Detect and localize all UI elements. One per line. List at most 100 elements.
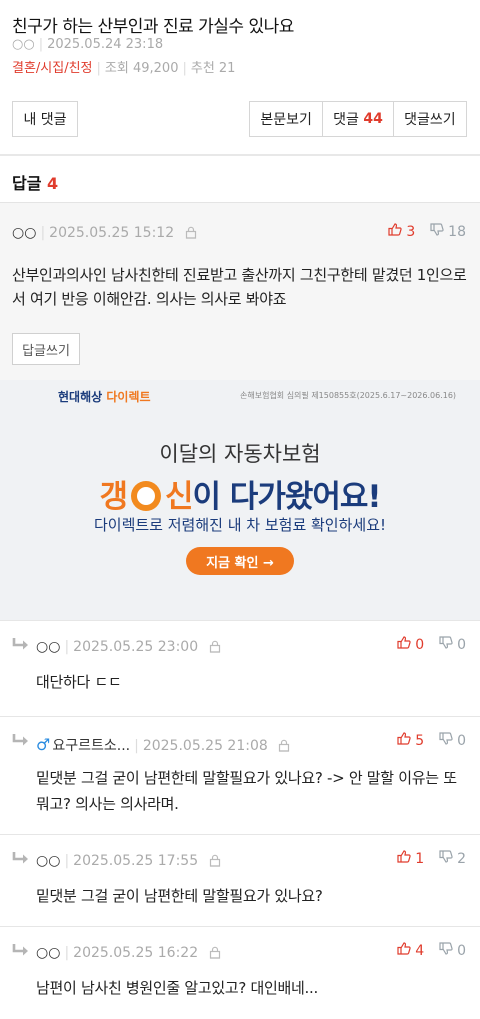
reply-item: ○○ | 2025.05.25 17:55 1 2 밑댓분 그걸 굳이 남편한테 말… (0, 834, 480, 926)
downvote-button[interactable]: 0 (439, 942, 466, 959)
thumbs-up-icon (397, 732, 411, 745)
thumbs-down-icon (439, 850, 453, 863)
downvote-button[interactable]: 0 (439, 732, 466, 749)
ad-cta-button[interactable]: 지금 확인 → (186, 547, 294, 575)
ad-brand-name: 현대해상 (58, 390, 103, 404)
lock-icon[interactable] (209, 946, 221, 959)
separator: | (182, 61, 187, 76)
reply-votes: 0 0 (397, 636, 466, 653)
lock-icon[interactable] (209, 640, 221, 653)
reply-date: 2025.05.25 16:22 (73, 945, 199, 961)
downvote-count: 18 (448, 224, 466, 240)
separator: | (38, 37, 44, 52)
thumbs-up-icon (388, 223, 402, 236)
lock-icon[interactable] (185, 226, 197, 239)
reply-votes: 5 0 (397, 732, 466, 749)
downvote-button[interactable]: 0 (439, 636, 466, 653)
write-reply-button[interactable]: 답글쓰기 (12, 333, 80, 365)
reply-author[interactable]: 요구르트소... (52, 738, 130, 754)
comment-author[interactable]: ○○ (12, 225, 36, 241)
post-meta-author-date: ○○ | 2025.05.24 23:18 (12, 37, 163, 52)
reply-body: 밑댓분 그걸 굳이 남편한테 말할필요가 있나요? -> 안 말할 이유는 또 … (36, 769, 457, 813)
ad-headline-1: 이달의 자동차보험 (159, 442, 321, 466)
male-icon: ♂ (36, 735, 51, 754)
post-recommend: 추천 21 (190, 61, 236, 76)
my-comments-button[interactable]: 내 댓글 (12, 101, 78, 137)
downvote-button[interactable]: 18 (430, 223, 466, 240)
thumbs-up-icon (397, 850, 411, 863)
reply-item: ○○ | 2025.05.25 23:00 0 0 대단하다 ㄷㄷ (0, 620, 480, 716)
upvote-button[interactable]: 3 (388, 223, 415, 240)
post-views: 조회 49,200 (104, 61, 179, 76)
reply-meta: ♂ 요구르트소... | 2025.05.25 21:08 (36, 735, 290, 755)
ad-subline: 다이렉트로 저렴해진 내 차 보험료 확인하세요! (93, 516, 387, 534)
post-author[interactable]: ○○ (12, 37, 35, 52)
separator: | (40, 225, 46, 241)
alarm-clock-icon (130, 481, 161, 511)
upvote-button[interactable]: 4 (397, 942, 424, 959)
reply-meta: ○○ | 2025.05.25 23:00 (36, 639, 221, 655)
write-comment-button[interactable]: 댓글쓰기 (394, 102, 466, 136)
replies-heading-label: 답글 (12, 174, 42, 193)
parent-comment: ○○ | 2025.05.25 15:12 3 18 산부인과의사인 남사친한테 진… (0, 202, 480, 380)
reply-author[interactable]: ○○ (36, 639, 60, 655)
reply-author[interactable]: ○○ (36, 945, 60, 961)
lock-icon[interactable] (209, 854, 221, 867)
lock-icon[interactable] (278, 739, 290, 752)
reply-arrow-icon (12, 944, 28, 956)
reply-date: 2025.05.25 17:55 (73, 853, 199, 869)
thumbs-up-icon (397, 942, 411, 955)
downvote-count: 0 (457, 733, 466, 749)
thumbs-down-icon (439, 942, 453, 955)
reply-votes: 1 2 (397, 850, 466, 867)
comments-button[interactable]: 댓글 44 (323, 102, 394, 136)
separator: | (134, 738, 139, 754)
thumbs-up-icon (397, 636, 411, 649)
reply-body: 대단하다 ㄷㄷ (36, 673, 122, 691)
comments-label: 댓글 (333, 112, 359, 128)
ad-headline-part-b: 신 (164, 479, 194, 515)
reply-body: 밑댓분 그걸 굳이 남편한테 말할필요가 있나요? (36, 887, 323, 905)
reply-arrow-icon (12, 734, 28, 746)
reply-body: 남편이 남사친 병원인줄 알고있고? 대인배네... (36, 979, 318, 997)
comment-toolbar: 본문보기 댓글 44 댓글쓰기 (249, 101, 467, 137)
view-post-button[interactable]: 본문보기 (250, 102, 324, 136)
comments-count: 44 (363, 111, 383, 127)
ad-banner[interactable]: 현대해상 다이렉트 손해보험협회 심의필 제150855호(2025.6.17~… (0, 380, 480, 620)
reply-item: ○○ | 2025.05.25 16:22 4 0 남편이 남사친 병원인줄 알고있… (0, 926, 480, 1019)
separator: | (96, 61, 101, 76)
ad-headline-part-c: 이 다가왔어요! (192, 479, 382, 515)
upvote-count: 1 (415, 851, 425, 867)
thumbs-down-icon (430, 223, 444, 236)
reply-votes: 4 0 (397, 942, 466, 959)
reply-date: 2025.05.25 23:00 (73, 639, 199, 655)
post-category[interactable]: 결혼/시집/친정 (12, 61, 93, 76)
post-title: 친구가 하는 산부인과 진료 가실수 있나요 (12, 17, 294, 37)
ad-license-text: 손해보험협회 심의필 제150855호(2025.6.17~2026.06.16… (240, 391, 457, 400)
reply-arrow-icon (12, 852, 28, 864)
upvote-button[interactable]: 5 (397, 732, 425, 749)
section-divider (0, 154, 480, 156)
upvote-button[interactable]: 1 (397, 850, 425, 867)
upvote-button[interactable]: 0 (397, 636, 424, 653)
reply-item: ♂ 요구르트소... | 2025.05.25 21:08 5 0 밑댓분 그걸 굳이… (0, 716, 480, 834)
reply-meta: ○○ | 2025.05.25 17:55 (36, 853, 221, 869)
separator: | (64, 853, 70, 869)
comment-date: 2025.05.25 15:12 (49, 225, 175, 241)
reply-arrow-icon (12, 638, 28, 650)
replies-heading: 답글 4 (12, 170, 58, 194)
ad-brand-logo: 현대해상 다이렉트 (58, 388, 151, 405)
downvote-count: 0 (457, 943, 466, 959)
reply-author[interactable]: ○○ (36, 853, 60, 869)
post-date: 2025.05.24 23:18 (47, 37, 164, 52)
upvote-count: 5 (415, 733, 425, 749)
separator: | (64, 945, 70, 961)
reply-date: 2025.05.25 21:08 (142, 738, 268, 754)
thumbs-down-icon (439, 636, 453, 649)
ad-headline-2: 갱 신이 다가왔어요! (0, 471, 480, 516)
separator: | (64, 639, 70, 655)
downvote-count: 2 (457, 851, 466, 867)
downvote-button[interactable]: 2 (439, 850, 466, 867)
thumbs-down-icon (439, 732, 453, 745)
ad-brand-sub: 다이렉트 (106, 390, 151, 404)
